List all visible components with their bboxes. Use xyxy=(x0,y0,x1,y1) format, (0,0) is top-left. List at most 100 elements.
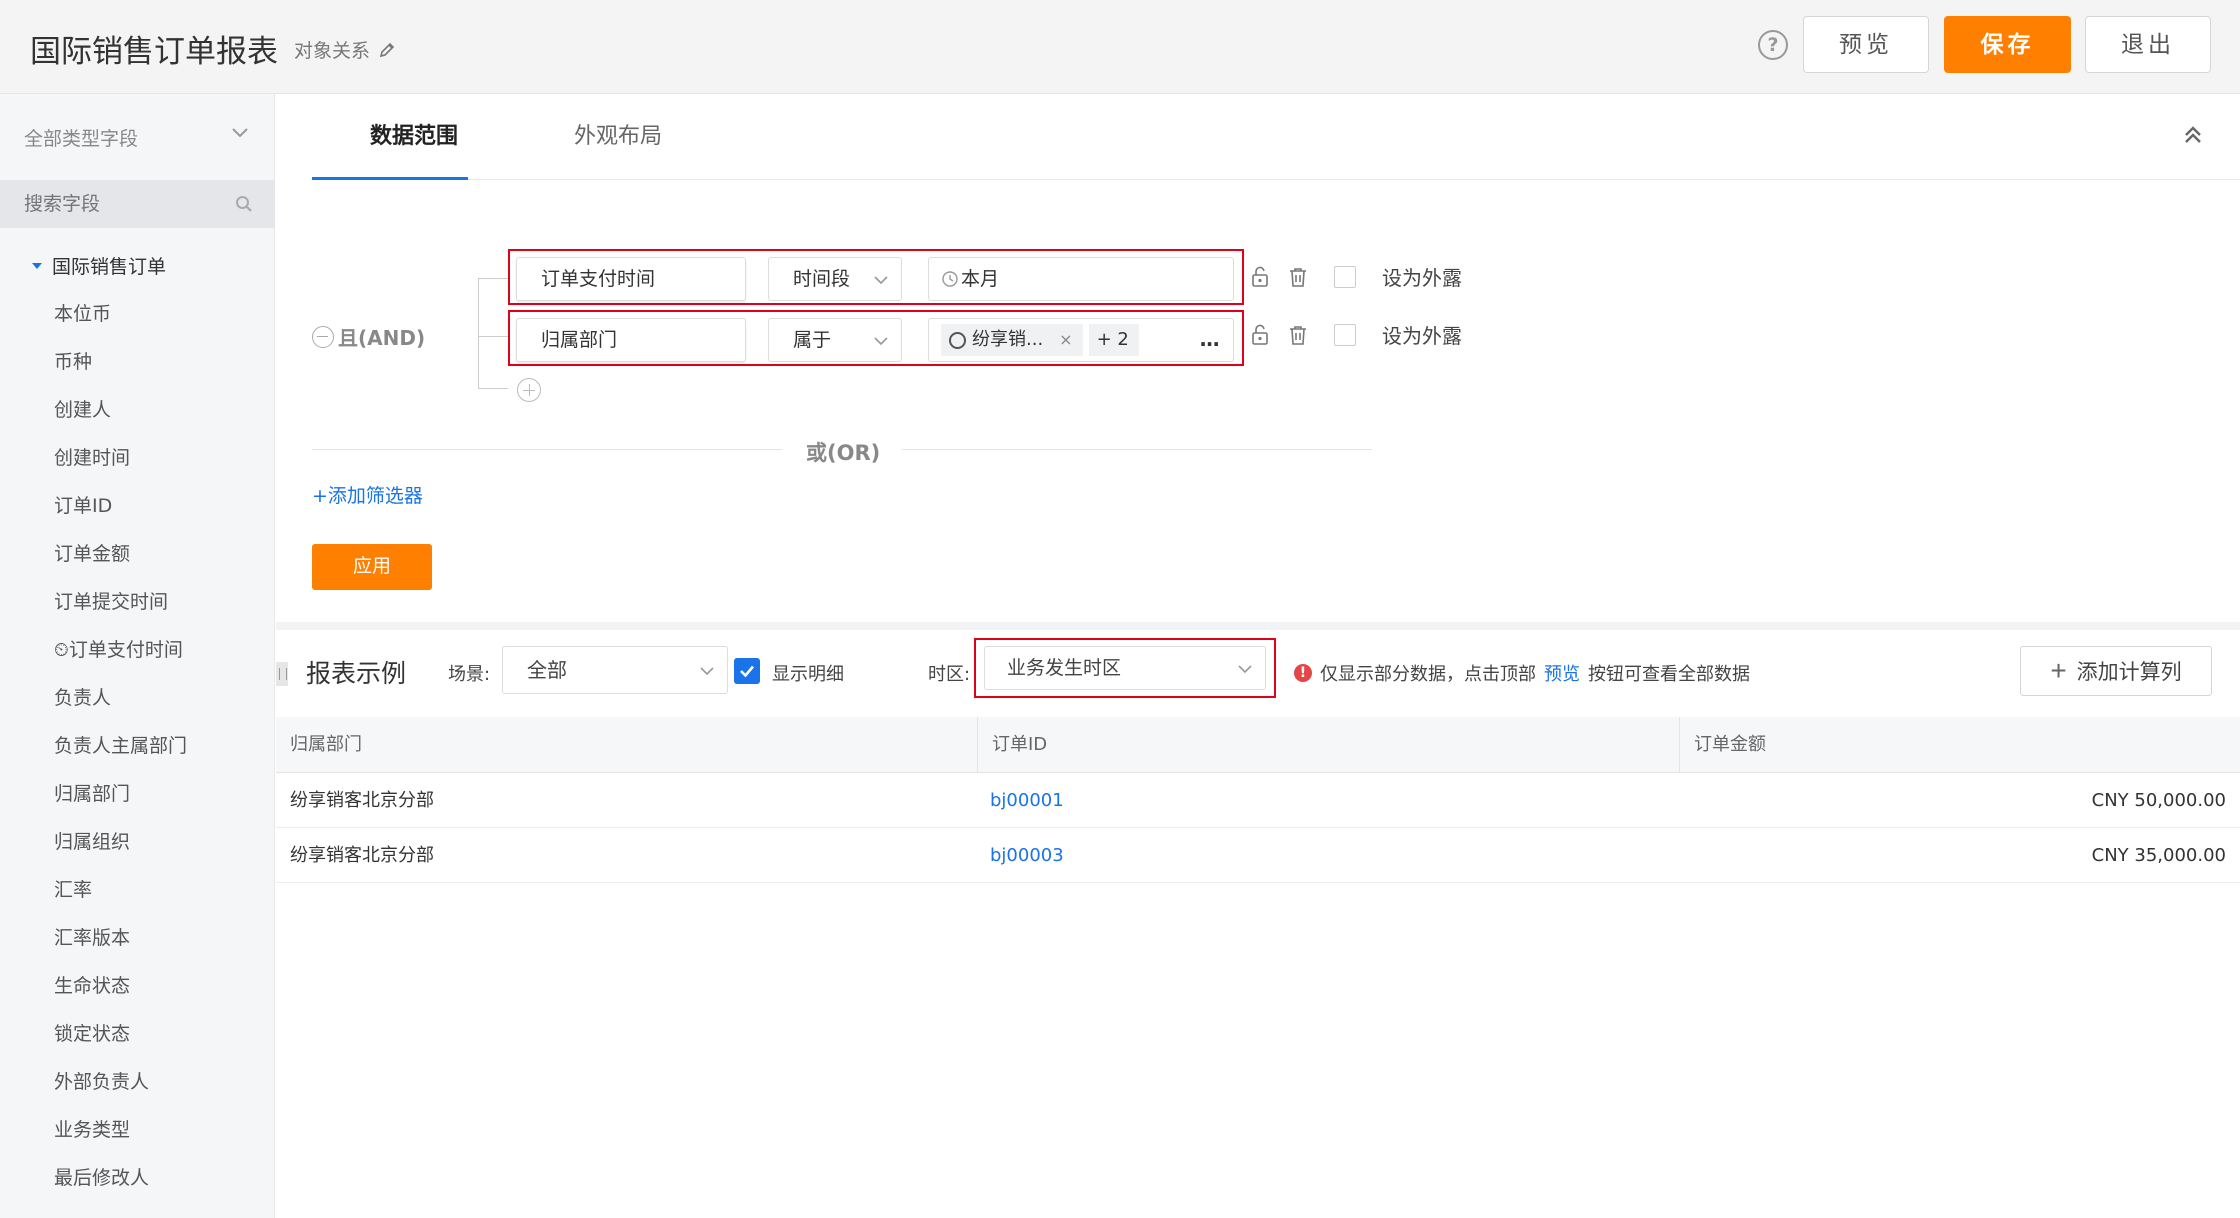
table-cell: 纷享销客北京分部 xyxy=(290,790,434,811)
condition-actions: 设为外露 xyxy=(1250,320,1462,349)
sidebar-item[interactable]: 负责人主属部门 xyxy=(54,722,187,770)
column-header[interactable]: 订单金额 xyxy=(1680,717,2240,773)
and-label-text: 且(AND) xyxy=(338,326,426,350)
sidebar-item[interactable]: 币种 xyxy=(54,338,187,386)
operator-label: 时间段 xyxy=(793,268,851,290)
add-calculated-column-button[interactable]: + 添加计算列 xyxy=(2020,646,2212,696)
plus-icon: + xyxy=(2050,655,2067,686)
tab-layout[interactable]: 外观布局 xyxy=(574,118,662,150)
timezone-select[interactable]: 业务发生时区 xyxy=(984,646,1266,690)
expose-label: 设为外露 xyxy=(1382,266,1462,290)
unlock-icon[interactable] xyxy=(1250,266,1270,288)
collapse-up-icon[interactable] xyxy=(2182,124,2204,146)
partial-data-warning: ! 仅显示部分数据，点击顶部 预览 按钮可查看全部数据 xyxy=(1294,660,1750,686)
and-group-label[interactable]: 且(AND) xyxy=(312,322,425,351)
exit-button[interactable]: 退出 xyxy=(2085,16,2211,73)
chevron-down-icon xyxy=(700,667,714,676)
top-bar: 国际销售订单报表 对象关系 ? 预览 保存 退出 xyxy=(0,0,2240,94)
sidebar-item[interactable]: 归属部门 xyxy=(54,770,187,818)
search-icon[interactable] xyxy=(234,194,254,214)
report-title: 报表示例 xyxy=(306,659,407,688)
trash-icon[interactable] xyxy=(1288,324,1308,346)
sidebar-item[interactable]: 最后修改人 xyxy=(54,1154,187,1202)
sidebar-item[interactable]: ⏲订单支付时间 xyxy=(54,626,187,674)
warning-text-after: 按钮可查看全部数据 xyxy=(1588,664,1750,685)
extra-count-tag[interactable]: + 2 xyxy=(1088,324,1139,356)
sidebar-item[interactable]: 生命状态 xyxy=(54,962,187,1010)
or-group-label: 或(OR) xyxy=(806,441,881,465)
sidebar-item[interactable]: 负责人 xyxy=(54,674,187,722)
condition-field-select[interactable]: 订单支付时间 xyxy=(516,257,746,301)
condition-value-select[interactable]: 本月 xyxy=(928,257,1234,301)
sidebar-item[interactable]: 归属组织 xyxy=(54,818,187,866)
sidebar-item[interactable]: 创建时间 xyxy=(54,434,187,482)
object-relation-link[interactable]: 对象关系 xyxy=(294,36,396,63)
tab-active-indicator xyxy=(312,177,468,180)
timezone-highlight: 业务发生时区 xyxy=(974,638,1276,698)
sidebar-item[interactable]: 本位币 xyxy=(54,290,187,338)
table-cell: CNY 35,000.00 xyxy=(2091,845,2226,866)
sidebar-field-list: 本位币 币种 创建人 创建时间 订单ID 订单金额 订单提交时间 ⏲订单支付时间… xyxy=(54,290,187,1202)
column-header[interactable]: 归属部门 xyxy=(276,717,978,773)
chevron-down-icon xyxy=(1238,665,1252,674)
sidebar-item[interactable]: 锁定状态 xyxy=(54,1010,187,1058)
order-id-link[interactable]: bj00003 xyxy=(990,828,1064,883)
unlock-icon[interactable] xyxy=(1250,324,1270,346)
sidebar-item[interactable]: 订单金额 xyxy=(54,530,187,578)
table-cell: CNY 50,000.00 xyxy=(2091,790,2226,811)
sidebar-item[interactable]: 业务类型 xyxy=(54,1106,187,1154)
preview-button[interactable]: 预览 xyxy=(1803,16,1929,73)
table-header: 归属部门 订单ID 订单金额 xyxy=(276,717,2240,773)
sidebar-root-label: 国际销售订单 xyxy=(52,256,167,278)
condition-value-select[interactable]: 纷享销... × + 2 ··· xyxy=(928,318,1234,362)
sidebar-item[interactable]: 外部负责人 xyxy=(54,1058,187,1106)
edit-pencil-icon xyxy=(379,42,395,57)
table-cell: 纷享销客北京分部 xyxy=(290,845,434,866)
clock-icon xyxy=(942,271,958,287)
scene-select[interactable]: 全部 xyxy=(502,646,728,694)
chevron-down-icon[interactable] xyxy=(230,122,250,142)
column-header[interactable]: 订单ID xyxy=(978,717,1680,773)
drag-handle-icon[interactable] xyxy=(276,662,288,686)
tree-connector xyxy=(478,336,508,337)
divider xyxy=(312,449,782,450)
sidebar-item[interactable]: 汇率 xyxy=(54,866,187,914)
sidebar-item[interactable]: 汇率版本 xyxy=(54,914,187,962)
more-options-icon[interactable]: ··· xyxy=(1199,323,1220,365)
tree-connector xyxy=(478,278,479,388)
save-button[interactable]: 保存 xyxy=(1944,16,2071,73)
collapse-group-icon[interactable] xyxy=(312,325,334,348)
sidebar-item[interactable]: 创建人 xyxy=(54,386,187,434)
warning-preview-link[interactable]: 预览 xyxy=(1544,660,1580,686)
trash-icon[interactable] xyxy=(1288,266,1308,288)
field-type-select[interactable]: 全部类型字段 xyxy=(24,124,138,151)
sidebar-item[interactable]: 订单ID xyxy=(54,482,187,530)
show-detail-checkbox[interactable] xyxy=(734,658,760,684)
condition-operator-select[interactable]: 时间段 xyxy=(768,257,902,301)
section-divider xyxy=(276,622,2240,630)
tab-data-range[interactable]: 数据范围 xyxy=(370,118,458,150)
sidebar-item[interactable]: 订单提交时间 xyxy=(54,578,187,626)
apply-button[interactable]: 应用 xyxy=(312,544,432,590)
add-calc-label: 添加计算列 xyxy=(2076,661,2182,684)
expose-checkbox[interactable] xyxy=(1334,265,1356,288)
tree-connector xyxy=(478,278,508,279)
sidebar-root-node[interactable]: 国际销售订单 xyxy=(32,252,166,279)
department-tag: 纷享销... × xyxy=(941,324,1083,356)
timezone-value: 业务发生时区 xyxy=(1007,657,1122,679)
expand-triangle-icon xyxy=(32,262,42,269)
expose-label: 设为外露 xyxy=(1382,324,1462,348)
condition-operator-select[interactable]: 属于 xyxy=(768,318,902,362)
help-icon[interactable]: ? xyxy=(1758,30,1788,60)
field-search-input[interactable] xyxy=(24,193,224,215)
expose-checkbox[interactable] xyxy=(1334,323,1356,346)
condition-field-select[interactable]: 归属部门 xyxy=(516,318,746,362)
remove-tag-icon[interactable]: × xyxy=(1059,324,1072,356)
timezone-label: 时区: xyxy=(928,664,971,685)
add-filter-link[interactable]: +添加筛选器 xyxy=(312,481,423,508)
scene-value: 全部 xyxy=(527,658,567,682)
operator-label: 属于 xyxy=(793,329,832,351)
order-id-link[interactable]: bj00001 xyxy=(990,773,1064,828)
chevron-down-icon xyxy=(874,337,888,346)
add-condition-icon[interactable] xyxy=(517,378,541,402)
